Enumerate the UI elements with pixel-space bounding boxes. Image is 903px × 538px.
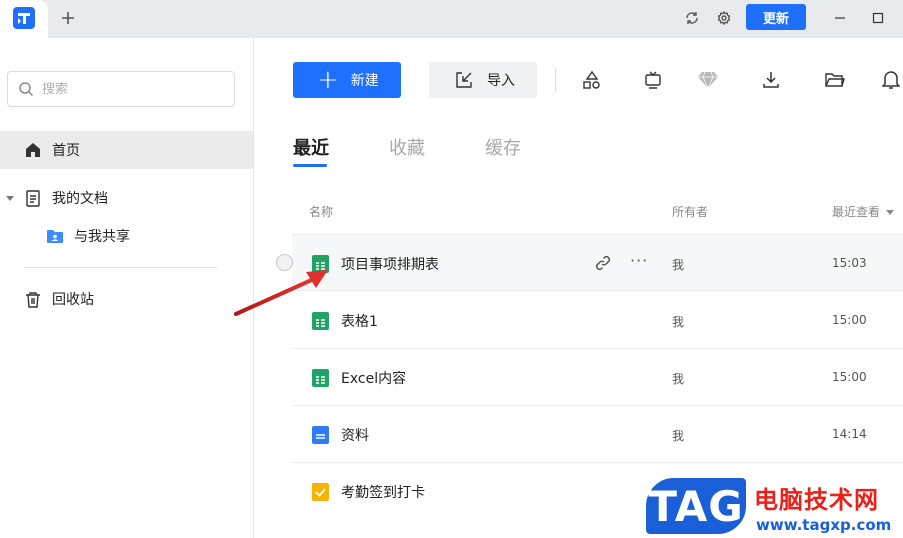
owner-cell: 我 <box>672 429 685 443</box>
new-button[interactable]: + 新建 <box>293 62 401 98</box>
tv-icon[interactable] <box>642 69 664 91</box>
file-name[interactable]: 项目事项排期表 <box>341 254 439 274</box>
import-icon <box>456 72 472 88</box>
watermark-url: www.tagxp.com <box>756 516 892 534</box>
file-name[interactable]: 资料 <box>341 425 369 445</box>
tab-cache[interactable]: 缓存 <box>485 134 521 160</box>
tab-recent[interactable]: 最近 <box>293 134 329 160</box>
file-name[interactable]: 表格1 <box>341 311 378 331</box>
sidebar-item-recycle-bin[interactable]: 回收站 <box>0 280 253 318</box>
sidebar-divider <box>24 267 217 268</box>
add-tab-icon[interactable] <box>56 6 80 30</box>
table-row[interactable]: 项目事项排期表 ··· 我 15:03 <box>276 234 903 291</box>
time-cell: 15:03 <box>832 256 867 270</box>
document-file-icon <box>312 426 329 444</box>
column-header-owner[interactable]: 所有者 <box>672 203 708 220</box>
sidebar: 首页 我的文档 与我共享 回收站 <box>0 38 254 538</box>
table-row[interactable]: 表格1 我 15:00 <box>292 292 903 349</box>
new-button-label: 新建 <box>350 73 379 89</box>
link-icon[interactable] <box>594 254 612 272</box>
more-icon[interactable]: ··· <box>630 251 648 270</box>
watermark-badge: TAG <box>644 476 748 536</box>
time-cell: 14:14 <box>832 427 867 441</box>
form-checkbox-icon <box>312 483 329 501</box>
sidebar-item-label: 我的文档 <box>52 191 108 207</box>
owner-cell: 我 <box>672 258 685 272</box>
annotation-arrow-icon <box>234 270 328 316</box>
download-icon[interactable] <box>760 69 782 91</box>
file-name[interactable]: Excel内容 <box>341 368 406 388</box>
table-row[interactable]: Excel内容 我 15:00 <box>292 349 903 406</box>
toolbar-separator <box>555 68 556 92</box>
app-logo-icon <box>13 7 35 29</box>
folder-icon[interactable] <box>824 69 846 91</box>
column-header-recently-viewed[interactable]: 最近查看 <box>832 203 895 220</box>
search-box[interactable] <box>7 71 235 107</box>
spreadsheet-icon <box>312 369 329 387</box>
sync-icon[interactable] <box>681 7 703 29</box>
maximize-icon[interactable] <box>867 7 889 29</box>
watermark: TAG 电脑技术网 www.tagxp.com <box>644 474 900 538</box>
tab-favorites[interactable]: 收藏 <box>389 134 425 160</box>
sidebar-item-label: 与我共享 <box>74 229 130 245</box>
time-cell: 15:00 <box>832 370 867 384</box>
settings-icon[interactable] <box>713 7 735 29</box>
sidebar-item-shared-with-me[interactable]: 与我共享 <box>0 217 253 255</box>
file-name[interactable]: 考勤签到打卡 <box>341 482 425 502</box>
owner-cell: 我 <box>672 372 685 386</box>
sidebar-item-my-documents[interactable]: 我的文档 <box>0 179 253 217</box>
sidebar-item-home[interactable]: 首页 <box>0 131 253 169</box>
sidebar-item-label: 回收站 <box>52 292 94 308</box>
column-header-label: 最近查看 <box>832 205 881 219</box>
update-button[interactable]: 更新 <box>746 4 806 30</box>
import-button-label: 导入 <box>487 73 515 89</box>
search-icon <box>19 82 34 97</box>
diamond-icon[interactable] <box>697 69 719 91</box>
watermark-title: 电脑技术网 <box>754 486 879 514</box>
home-icon <box>24 141 42 159</box>
import-button[interactable]: 导入 <box>429 62 537 98</box>
caret-down-icon[interactable] <box>5 193 15 203</box>
tab-active-indicator <box>293 164 327 167</box>
search-input[interactable] <box>42 81 222 97</box>
minimize-icon[interactable] <box>829 7 851 29</box>
column-header-name[interactable]: 名称 <box>309 203 333 220</box>
app-home-tab[interactable] <box>0 0 48 38</box>
title-bar: 更新 <box>0 0 903 38</box>
shared-folder-icon <box>46 227 64 245</box>
table-row[interactable]: 资料 我 14:14 <box>292 406 903 463</box>
sidebar-item-label: 首页 <box>52 143 80 159</box>
plus-icon: + <box>317 65 339 95</box>
shapes-icon[interactable] <box>581 69 603 91</box>
time-cell: 15:00 <box>832 313 867 327</box>
document-icon <box>24 189 42 207</box>
trash-icon <box>24 290 42 308</box>
sort-down-icon[interactable] <box>886 210 895 215</box>
main-content: + 新建 导入 最近 收藏 缓存 名称 所有者 最近查看 项目事项排期表 ···… <box>254 38 903 538</box>
bell-icon[interactable] <box>880 69 902 91</box>
owner-cell: 我 <box>672 315 685 329</box>
